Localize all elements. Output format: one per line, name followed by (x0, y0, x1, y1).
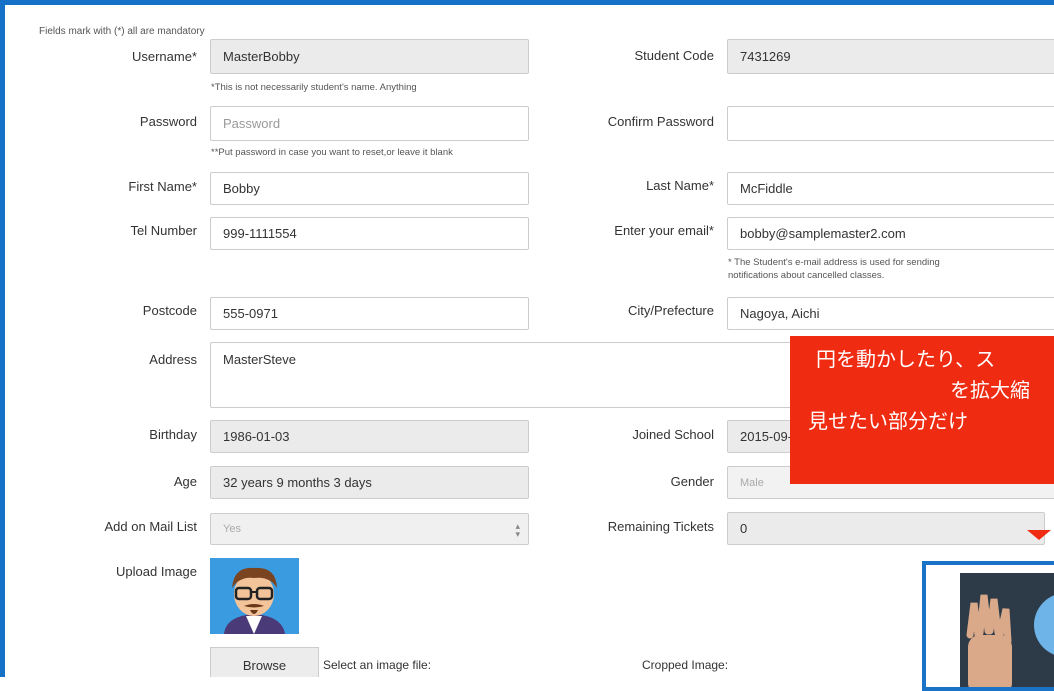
student-code-label: Student Code (634, 48, 714, 63)
avatar (210, 558, 299, 634)
confirm-password-input[interactable] (727, 106, 1054, 141)
last-name-label: Last Name* (646, 178, 714, 193)
remaining-tickets-label: Remaining Tickets (607, 519, 714, 534)
username-help: *This is not necessarily student's name.… (211, 82, 417, 93)
gender-label: Gender (670, 474, 714, 489)
overlay-line2: を拡大縮 (950, 378, 1030, 402)
email-help-line2: notifications about cancelled classes. (728, 270, 885, 281)
overlay-tooltip: 円を動かしたり、ス を拡大縮 見せたい部分だけ (790, 336, 1054, 484)
select-arrows-icon: ▴ ▾ (515, 521, 520, 539)
video-thumbnail-image (926, 565, 1054, 687)
mail-list-value: Yes (223, 523, 241, 535)
email-label: Enter your email* (614, 223, 714, 238)
birthday-label: Birthday (149, 427, 197, 442)
tel-label: Tel Number (130, 223, 197, 238)
age-input[interactable]: 32 years 9 months 3 days (210, 466, 529, 499)
last-name-input[interactable]: McFiddle (727, 172, 1054, 205)
joined-school-label: Joined School (632, 427, 714, 442)
password-input[interactable]: Password (210, 106, 529, 141)
overlay-line1: 円を動かしたり、ス (816, 347, 996, 371)
mandatory-note: Fields mark with (*) all are mandatory (39, 26, 205, 37)
overlay-line3: 見せたい部分だけ (808, 409, 968, 433)
city-input[interactable]: Nagoya, Aichi (727, 297, 1054, 330)
browse-button[interactable]: Browse (210, 647, 319, 677)
student-code-input[interactable]: 7431269 (727, 39, 1054, 74)
avatar-illustration (210, 558, 299, 634)
upload-image-label: Upload Image (116, 564, 197, 579)
mail-list-label: Add on Mail List (104, 519, 198, 534)
city-label: City/Prefecture (628, 303, 714, 318)
address-label: Address (149, 352, 197, 367)
select-image-text: Select an image file: (323, 658, 432, 672)
postcode-input[interactable]: 555-0971 (210, 297, 529, 330)
username-input[interactable]: MasterBobby (210, 39, 529, 74)
username-label: Username* (131, 49, 197, 64)
postcode-label: Postcode (142, 303, 197, 318)
first-name-label: First Name* (128, 179, 197, 194)
first-name-input[interactable]: Bobby (210, 172, 529, 205)
remaining-tickets-input[interactable]: 0 (727, 512, 1045, 545)
email-input[interactable]: bobby@samplemaster2.com (727, 217, 1054, 250)
confirm-password-label: Confirm Password (607, 114, 714, 129)
age-label: Age (173, 474, 197, 489)
video-thumbnail[interactable] (922, 561, 1054, 691)
birthday-input[interactable]: 1986-01-03 (210, 420, 529, 453)
tel-input[interactable]: 999-1111554 (210, 217, 529, 250)
cropped-image-text: Cropped Image: (642, 658, 729, 672)
password-label: Password (139, 114, 197, 129)
mail-list-select[interactable]: Yes ▴ ▾ (210, 513, 529, 545)
password-help: **Put password in case you want to reset… (211, 147, 453, 158)
email-help: * The Student's e-mail address is used f… (728, 256, 940, 282)
overlay-tooltip-tail (1027, 530, 1051, 540)
email-help-line1: * The Student's e-mail address is used f… (728, 257, 940, 268)
